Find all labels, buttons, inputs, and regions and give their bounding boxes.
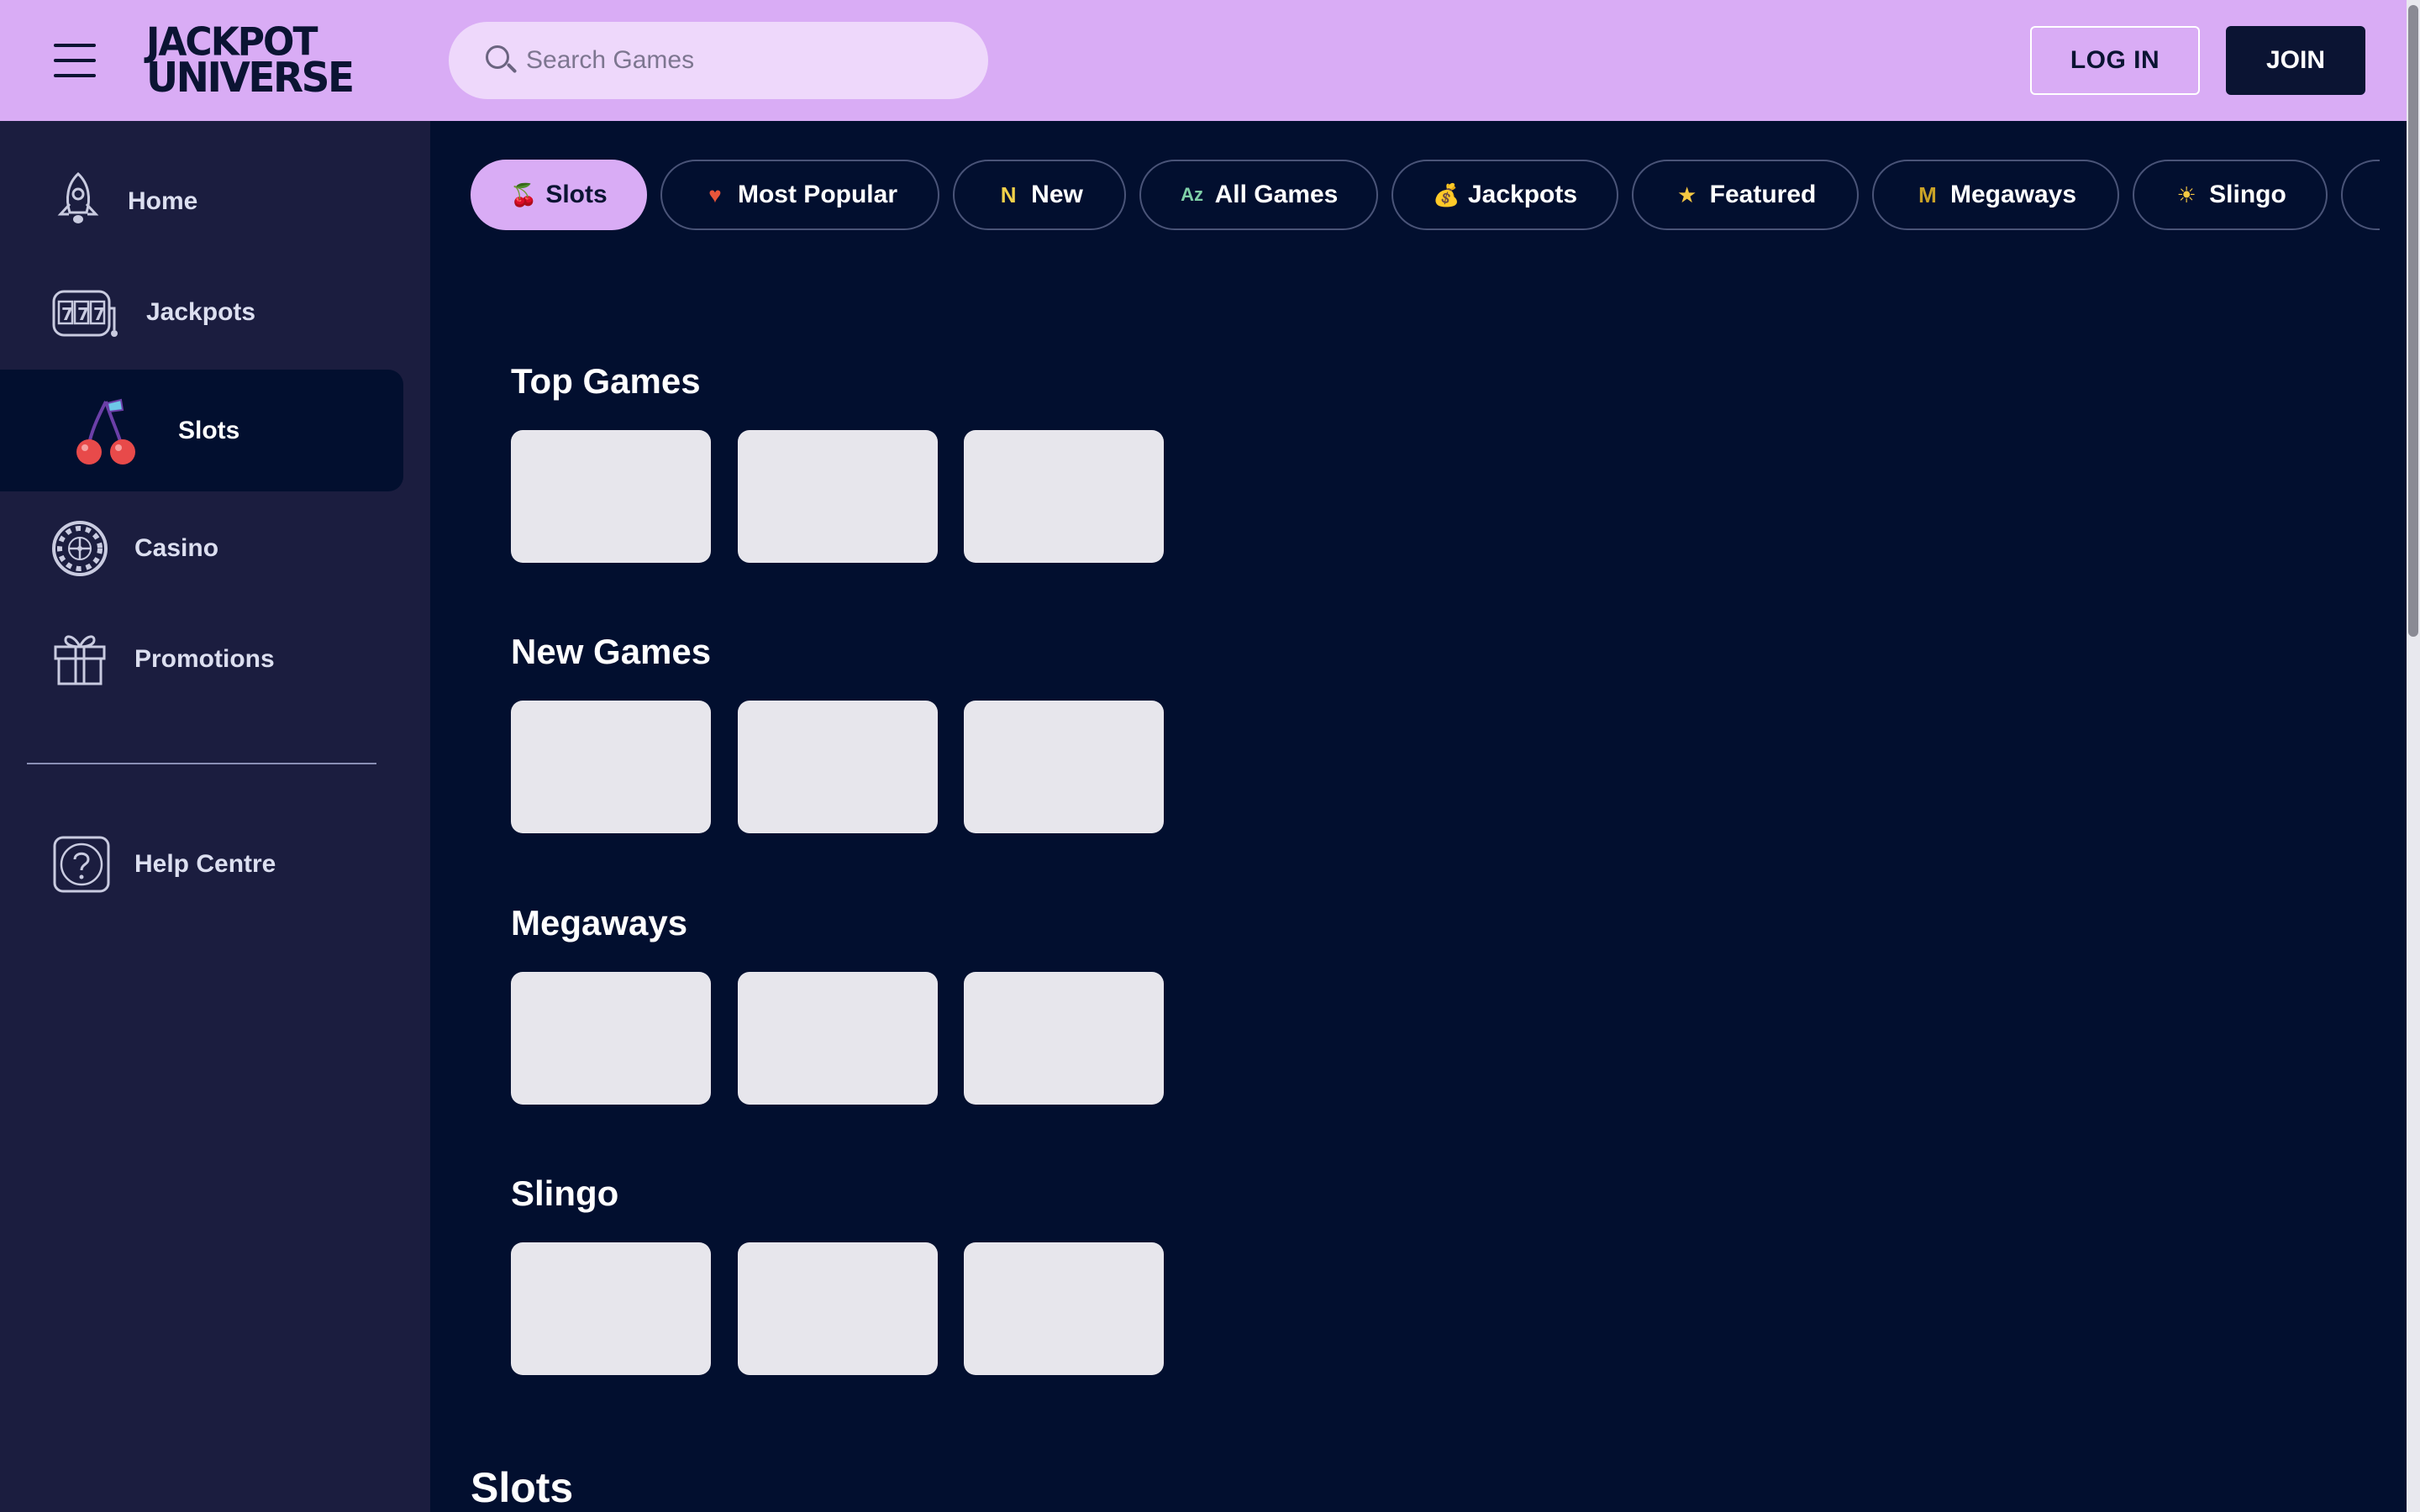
top-header: JACKPOT UNIVERSE LOG IN JOIN [0, 0, 2407, 121]
tab-new[interactable]: N New [953, 160, 1126, 230]
cherries-icon: 🍒 [510, 181, 538, 207]
section-title-megaways: Megaways [511, 903, 688, 942]
tab-label: Slingo [2209, 181, 2286, 208]
game-tile[interactable] [738, 972, 938, 1105]
tab-label: Jackpots [1467, 181, 1578, 208]
tab-label: Slots [545, 181, 608, 208]
svg-text:7: 7 [93, 304, 105, 324]
sidebar-item-help-centre[interactable]: Help Centre [0, 810, 403, 919]
slot-machine-icon: 7 7 7 [52, 290, 118, 337]
sidebar-item-promotions[interactable]: Promotions [0, 605, 403, 714]
rocket-icon [57, 171, 99, 223]
svg-text:7: 7 [61, 304, 73, 324]
game-tile[interactable] [964, 701, 1164, 833]
game-tile[interactable] [511, 972, 711, 1105]
tab-featured[interactable]: ★ Featured [1632, 160, 1859, 230]
tab-most-popular[interactable]: ♥ Most Popular [660, 160, 939, 230]
game-tile[interactable] [511, 430, 711, 563]
heart-icon: ♥ [708, 181, 722, 207]
sun-icon: ☀ [2176, 181, 2196, 207]
sidebar-item-home[interactable]: Home [0, 147, 403, 256]
game-tile[interactable] [964, 972, 1164, 1105]
search-bar[interactable] [449, 22, 988, 99]
tab-all-games[interactable]: Az All Games [1139, 160, 1378, 230]
jackpot-universe-logo[interactable]: JACKPOT UNIVERSE [146, 23, 398, 102]
search-input[interactable] [526, 46, 963, 75]
sidebar-item-label: Help Centre [134, 850, 276, 878]
category-tabs: 🍒 Slots ♥ Most Popular N New Az All Game… [471, 160, 2380, 230]
tab-label: All Games [1214, 181, 1339, 208]
tab-slots[interactable]: 🍒 Slots [471, 160, 647, 230]
game-tile[interactable] [738, 1242, 938, 1375]
page-scrollbar-thumb[interactable] [2408, 5, 2418, 637]
game-tile[interactable] [964, 1242, 1164, 1375]
login-button[interactable]: LOG IN [2030, 26, 2200, 95]
help-icon [53, 836, 110, 893]
tab-label: Most Popular [737, 181, 897, 208]
search-icon [484, 44, 518, 77]
section-title-new-games: New Games [511, 632, 712, 671]
section-title-top-games: Top Games [511, 361, 701, 401]
svg-text:7: 7 [77, 304, 89, 324]
money-bag-icon: 💰 [1432, 181, 1460, 207]
section-title-slingo: Slingo [511, 1173, 619, 1213]
tab-label: New [1031, 181, 1083, 208]
tab-jackpots[interactable]: 💰 Jackpots [1392, 160, 1618, 230]
sidebar-item-label: Casino [134, 534, 219, 562]
gift-icon [54, 635, 106, 685]
game-tile[interactable] [511, 701, 711, 833]
new-n-icon: N [1000, 181, 1017, 207]
sidebar-item-jackpots[interactable]: 7 7 7 Jackpots [0, 258, 403, 367]
tab-slingo[interactable]: ☀ Slingo [2133, 160, 2328, 230]
logo-line-2: UNIVERSE [146, 53, 355, 102]
game-tile[interactable] [964, 430, 1164, 563]
sidebar-item-casino[interactable]: Casino [0, 494, 403, 603]
tab-megaways[interactable]: M Megaways [1872, 160, 2119, 230]
tab-label: Megaways [1949, 181, 2077, 208]
sidebar-divider [27, 763, 376, 764]
tab-overflow[interactable] [2341, 160, 2380, 230]
page-section-heading-slots: Slots [471, 1464, 574, 1511]
sidebar-item-label: Home [128, 187, 198, 215]
sidebar-item-label: Jackpots [146, 298, 256, 326]
join-button[interactable]: JOIN [2226, 26, 2365, 95]
star-icon: ★ [1676, 181, 1697, 207]
sidebar-item-label: Slots [178, 416, 240, 444]
tab-label: Featured [1709, 181, 1817, 208]
az-icon: Az [1181, 184, 1204, 205]
megaways-m-icon: M [1918, 181, 1937, 207]
sidebar-item-label: Promotions [134, 645, 275, 673]
cherries-icon [76, 398, 135, 465]
game-tile[interactable] [738, 701, 938, 833]
hamburger-menu-icon[interactable] [54, 44, 96, 77]
game-tile[interactable] [738, 430, 938, 563]
roulette-icon [52, 521, 108, 576]
sidebar-item-slots[interactable]: Slots [0, 370, 403, 491]
game-tile[interactable] [511, 1242, 711, 1375]
